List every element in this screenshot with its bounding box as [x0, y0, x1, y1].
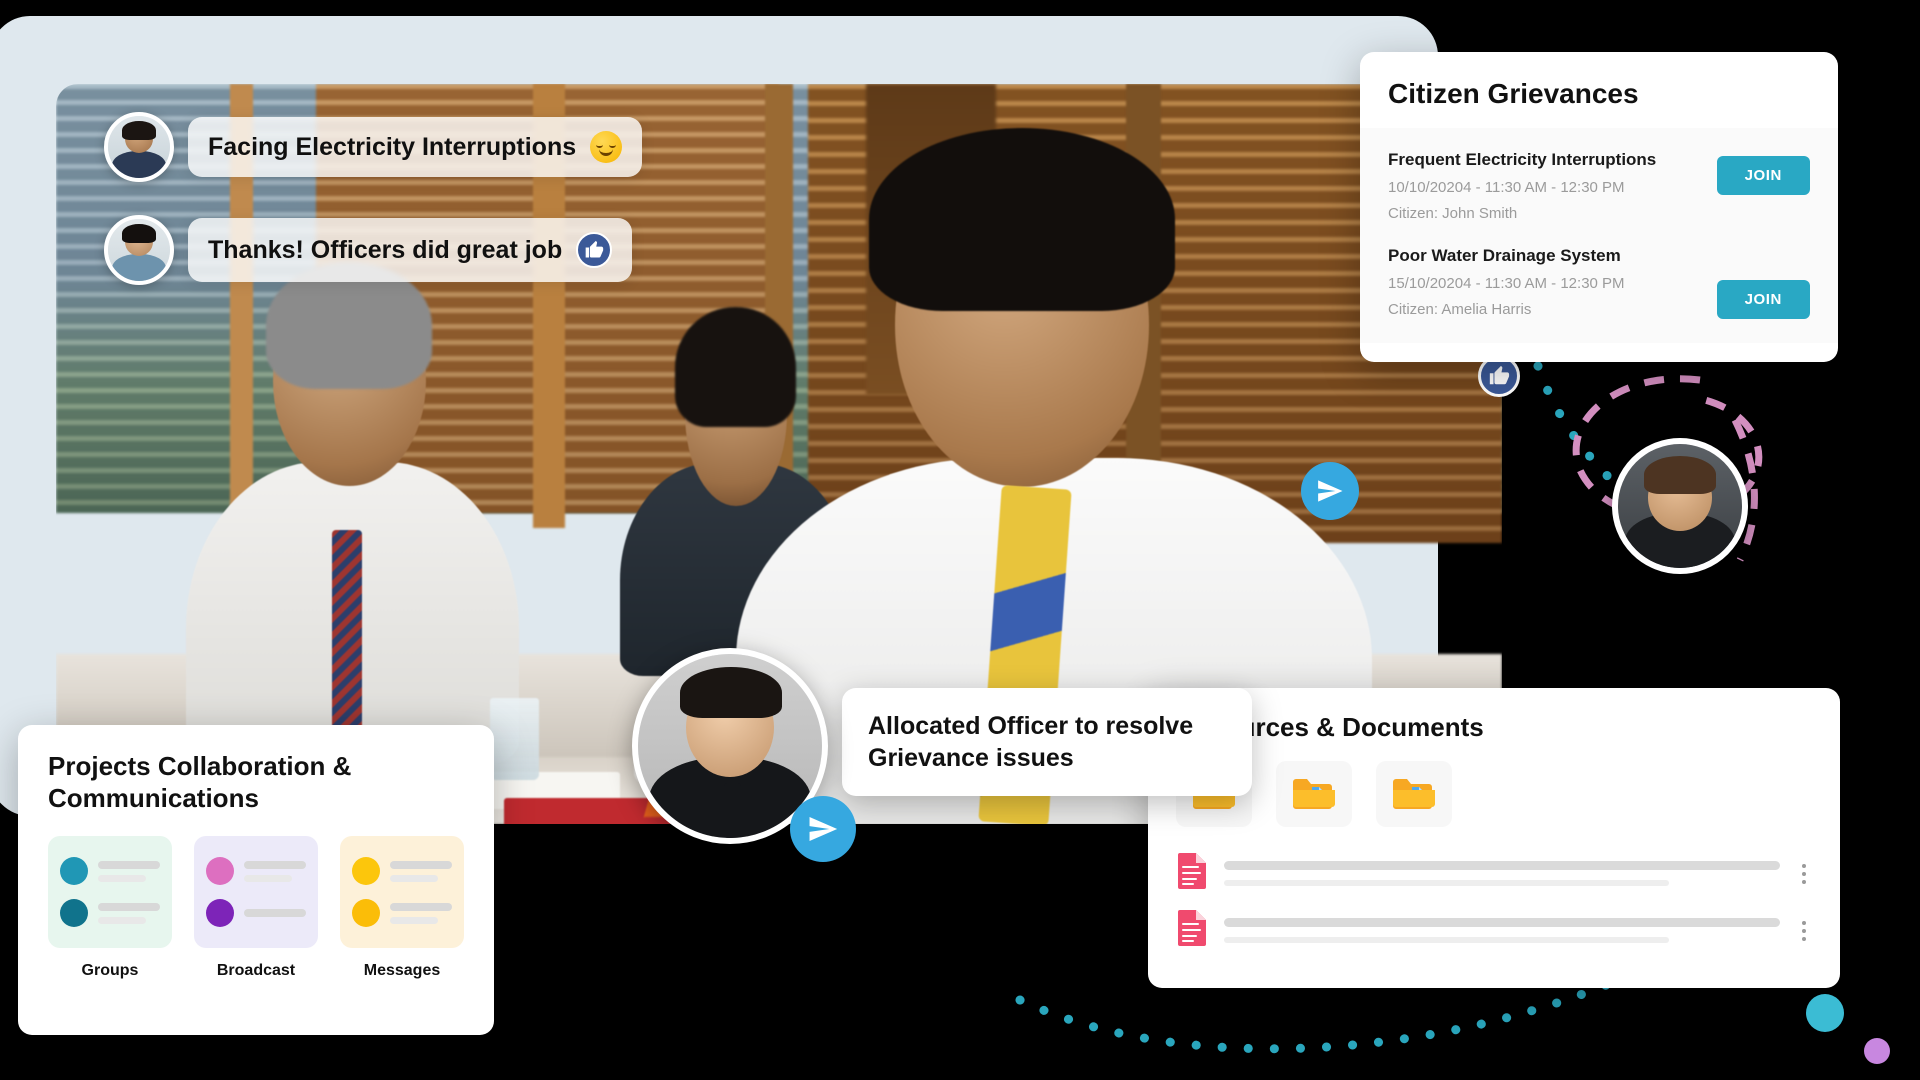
main-man-hair — [869, 128, 1175, 311]
document-placeholder-lines — [1224, 861, 1780, 886]
citizen-grievances-card: Citizen Grievances Frequent Electricity … — [1360, 52, 1838, 362]
tile-placeholder-lines — [98, 902, 160, 924]
projects-tile-broadcast[interactable]: Broadcast — [194, 836, 318, 980]
join-button[interactable]: JOIN — [1716, 280, 1810, 319]
avatar-shoulders — [111, 150, 167, 178]
document-row[interactable] — [1176, 845, 1812, 902]
send-icon-right[interactable] — [1301, 462, 1359, 520]
officer-callout-bubble[interactable]: Allocated Officer to resolve Grievance i… — [842, 688, 1252, 796]
grievance-action-wrap: JOIN — [1716, 150, 1810, 195]
avatar-bearded-man[interactable] — [104, 112, 174, 182]
tile-row — [206, 899, 306, 928]
tile-dot-icon — [352, 899, 380, 928]
tile-placeholder-lines — [390, 860, 452, 882]
tile-placeholder-lines — [98, 860, 160, 882]
tile-dot-icon — [206, 899, 234, 928]
citizen-grievances-title: Citizen Grievances — [1388, 78, 1639, 109]
tile-surface — [340, 836, 464, 949]
avatar-hair — [1644, 456, 1716, 494]
grievance-item[interactable]: Poor Water Drainage System 15/10/20204 -… — [1388, 232, 1810, 329]
chat-bubble-2[interactable]: Thanks! Officers did great job — [188, 218, 633, 282]
document-icon — [1176, 909, 1208, 952]
tile-dot-icon — [352, 857, 380, 886]
person-elder-man — [186, 261, 519, 765]
allocated-officer-callout: Allocated Officer to resolve Grievance i… — [632, 648, 1252, 878]
projects-tiles: Groups Broadcast Messages — [48, 836, 464, 980]
resources-card-title: Resources & Documents — [1176, 712, 1484, 742]
grievance-schedule: 10/10/20204 - 11:30 AM - 12:30 PM — [1388, 179, 1625, 196]
tile-label: Messages — [363, 962, 441, 980]
grievance-citizen: Citizen: Amelia Harris — [1388, 301, 1532, 318]
desk-water-glass — [489, 698, 539, 780]
chat-message-1: Facing Electricity Interruptions — [104, 112, 643, 182]
avatar-hair — [680, 666, 782, 719]
avatar-floating-man[interactable] — [1612, 438, 1748, 574]
tile-label: Groups — [81, 962, 139, 980]
document-icon — [1176, 852, 1208, 895]
grievance-action-wrap: JOIN — [1716, 246, 1810, 319]
elder-tie — [332, 530, 363, 756]
tile-dot-icon — [206, 857, 234, 886]
grievance-list: Frequent Electricity Interruptions 10/10… — [1360, 128, 1838, 343]
tile-surface — [194, 836, 318, 949]
tile-placeholder-lines — [244, 909, 306, 918]
chat-bubble-2-text: Thanks! Officers did great job — [208, 235, 563, 264]
grievance-title: Poor Water Drainage System — [1388, 246, 1621, 265]
avatar-hair — [122, 120, 156, 140]
tile-dot-icon — [60, 857, 88, 886]
tile-placeholder-lines — [390, 902, 452, 924]
folder-icon-3[interactable] — [1376, 761, 1452, 827]
grievance-citizen: Citizen: John Smith — [1388, 205, 1518, 222]
projects-tile-messages[interactable]: Messages — [340, 836, 464, 980]
projects-card-title: Projects Collaboration & Communications — [48, 751, 352, 813]
avatar-shoulders — [111, 253, 167, 281]
grievance-title: Frequent Electricity Interruptions — [1388, 150, 1657, 169]
grievance-schedule: 15/10/20204 - 11:30 AM - 12:30 PM — [1388, 275, 1625, 292]
tile-row — [352, 857, 452, 886]
more-options-icon[interactable] — [1796, 860, 1812, 888]
projects-collaboration-card: Projects Collaboration & Communications … — [18, 725, 494, 1035]
avatar-hair — [122, 223, 156, 243]
thumbs-up-icon — [576, 232, 613, 268]
document-row[interactable] — [1176, 902, 1812, 959]
folder-icon-2[interactable] — [1276, 761, 1352, 827]
chat-message-2: Thanks! Officers did great job — [104, 215, 633, 285]
tile-label: Broadcast — [216, 962, 296, 980]
documents-list — [1176, 845, 1812, 959]
grievance-item-info: Frequent Electricity Interruptions 10/10… — [1388, 150, 1656, 222]
projects-tile-groups[interactable]: Groups — [48, 836, 172, 980]
folders-row — [1176, 761, 1812, 827]
grievance-item-info: Poor Water Drainage System 15/10/20204 -… — [1388, 246, 1625, 318]
avatar-woman-blue-shirt[interactable] — [104, 215, 174, 285]
join-button[interactable]: JOIN — [1716, 156, 1810, 195]
smiling-face-emoji — [590, 131, 623, 163]
more-options-icon[interactable] — [1796, 917, 1812, 945]
tile-row — [60, 899, 160, 928]
officer-necktie — [724, 782, 742, 838]
grievance-item[interactable]: Frequent Electricity Interruptions 10/10… — [1388, 136, 1810, 232]
tile-placeholder-lines — [244, 860, 306, 882]
screenshot-root: Facing Electricity Interruptions Thanks!… — [0, 0, 1920, 1080]
decorative-teal-blob — [1806, 994, 1844, 1032]
document-placeholder-lines — [1224, 918, 1780, 943]
tile-row — [206, 857, 306, 886]
tile-surface — [48, 836, 172, 949]
tile-dot-icon — [60, 899, 88, 928]
send-icon-officer[interactable] — [790, 796, 856, 862]
decorative-purple-blob — [1864, 1038, 1890, 1064]
chat-bubble-1[interactable]: Facing Electricity Interruptions — [188, 117, 643, 177]
tile-row — [352, 899, 452, 928]
tile-row — [60, 857, 160, 886]
chat-bubble-1-text: Facing Electricity Interruptions — [208, 132, 577, 161]
